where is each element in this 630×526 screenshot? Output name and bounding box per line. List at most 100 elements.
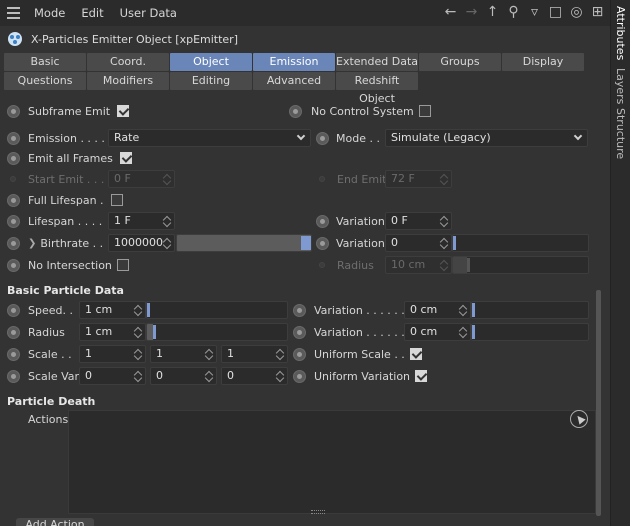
animate-toggle[interactable] — [7, 258, 20, 272]
no-control-system-checkbox[interactable] — [418, 105, 431, 117]
subframe-emit-checkbox[interactable] — [117, 105, 130, 117]
scale-var-x-field[interactable]: 0 — [79, 367, 146, 385]
birthrate-variation-field[interactable]: 0 — [385, 234, 452, 252]
up-arrow-icon[interactable]: ↑ — [484, 4, 501, 21]
tab-display[interactable]: Display — [502, 53, 584, 71]
add-action-button[interactable]: Add Action — [16, 518, 94, 526]
birthrate-slider[interactable] — [176, 234, 312, 252]
resize-handle[interactable] — [311, 510, 325, 514]
animate-toggle[interactable] — [293, 325, 306, 339]
tab-advanced[interactable]: Advanced — [253, 72, 335, 90]
speed-slider[interactable] — [146, 301, 288, 319]
scale-y-field[interactable]: 1 — [150, 345, 217, 363]
lifespan-field[interactable]: 1 F — [108, 212, 175, 230]
speed-variation-slider-knob[interactable] — [472, 303, 475, 317]
animate-toggle[interactable] — [7, 151, 20, 165]
tab-emission[interactable]: Emission — [253, 53, 335, 71]
radius-variation-slider[interactable] — [471, 323, 589, 341]
speed-slider-knob[interactable] — [147, 303, 150, 317]
scale-z-field[interactable]: 1 — [221, 345, 288, 363]
speed-variation-field[interactable]: 0 cm — [404, 301, 471, 319]
animate-toggle[interactable] — [7, 131, 20, 145]
tab-modifiers[interactable]: Modifiers — [87, 72, 169, 90]
object-header: X-Particles Emitter Object [xpEmitter] — [0, 27, 610, 51]
actions-list[interactable] — [68, 410, 596, 514]
tab-editing[interactable]: Editing — [170, 72, 252, 90]
birthrate-variation-slider-knob[interactable] — [453, 236, 456, 250]
birthrate-variation-row: Variation — [316, 234, 385, 252]
mode-select[interactable]: Simulate (Legacy) — [385, 129, 588, 147]
scale-var-y-field[interactable]: 0 — [150, 367, 217, 385]
emission-select[interactable]: Rate — [108, 129, 311, 147]
no-intersection-checkbox[interactable] — [116, 259, 129, 271]
no-control-system-row: No Control System — [289, 102, 431, 120]
uniform-scale-row: Uniform Scale . . — [293, 345, 422, 363]
particle-radius-slider[interactable] — [146, 323, 288, 341]
uniform-variation-checkbox[interactable] — [415, 370, 428, 382]
animate-toggle[interactable] — [316, 236, 329, 250]
scale-x-field[interactable]: 1 — [79, 345, 146, 363]
filter-icon[interactable]: ▿ — [526, 4, 543, 21]
new-panel-icon[interactable]: ⊞ — [589, 4, 606, 21]
animate-toggle[interactable] — [7, 347, 20, 361]
side-tab-structure[interactable]: Structure — [614, 108, 627, 159]
menu-user-data[interactable]: User Data — [112, 6, 185, 20]
lifespan-variation-field[interactable]: 0 F — [385, 212, 452, 230]
tab-object[interactable]: Object — [170, 53, 252, 71]
birthrate-variation-slider[interactable] — [452, 234, 589, 252]
no-intersection-label: No Intersection — [28, 258, 112, 272]
radius-variation-slider-knob[interactable] — [472, 325, 475, 339]
no-intersection-row: No Intersection — [7, 256, 129, 274]
animate-toggle[interactable] — [7, 214, 20, 228]
animate-toggle — [319, 176, 325, 182]
tab-extended-data[interactable]: Extended Data — [336, 53, 418, 71]
animate-toggle[interactable] — [293, 369, 306, 383]
animate-toggle[interactable] — [289, 104, 302, 118]
emit-all-frames-row: Emit all Frames — [7, 149, 132, 167]
expand-chevron-icon[interactable]: ❯ — [28, 238, 36, 249]
tab-groups[interactable]: Groups — [419, 53, 501, 71]
menu-icon[interactable] — [0, 0, 26, 26]
birthrate-label: Birthrate . . — [40, 236, 104, 250]
tab-basic[interactable]: Basic — [4, 53, 86, 71]
tab-coord[interactable]: Coord. — [87, 53, 169, 71]
speed-variation-row: Variation . . . . . . — [293, 301, 405, 319]
menu-mode[interactable]: Mode — [26, 6, 73, 20]
birthrate-field[interactable]: 1000000 — [108, 234, 175, 252]
animate-toggle[interactable] — [316, 214, 329, 228]
start-emit-label: Start Emit . . . — [28, 172, 105, 186]
particle-radius-slider-knob[interactable] — [152, 325, 156, 339]
forward-arrow-icon[interactable]: → — [463, 4, 480, 21]
full-lifespan-checkbox[interactable] — [110, 194, 123, 206]
tab-redshift-object[interactable]: Redshift Object — [336, 72, 418, 105]
animate-toggle[interactable] — [7, 325, 20, 339]
scrollbar[interactable] — [596, 290, 601, 516]
lock-icon[interactable]: □ — [547, 4, 564, 21]
animate-toggle[interactable] — [7, 193, 20, 207]
animate-toggle[interactable] — [293, 347, 306, 361]
animate-toggle[interactable] — [7, 303, 20, 317]
birthrate-slider-knob[interactable] — [301, 236, 311, 250]
search-icon[interactable]: ⚲ — [505, 4, 522, 21]
menu-edit[interactable]: Edit — [73, 6, 111, 20]
pick-cursor-icon[interactable] — [570, 410, 588, 428]
speed-field[interactable]: 1 cm — [79, 301, 146, 319]
speed-variation-slider[interactable] — [471, 301, 589, 319]
side-tab-attributes[interactable]: Attributes — [614, 6, 627, 60]
back-arrow-icon[interactable]: ← — [442, 4, 459, 21]
animate-toggle[interactable] — [7, 236, 20, 250]
emit-all-frames-checkbox[interactable] — [119, 152, 132, 164]
animate-toggle[interactable] — [293, 303, 306, 317]
radius-variation-field[interactable]: 0 cm — [404, 323, 471, 341]
animate-toggle — [319, 262, 325, 268]
tab-questions[interactable]: Questions — [4, 72, 86, 90]
scale-var-z-field[interactable]: 0 — [221, 367, 288, 385]
side-tab-layers[interactable]: Layers — [614, 68, 627, 104]
target-icon[interactable]: ◎ — [568, 4, 585, 21]
animate-toggle[interactable] — [7, 104, 20, 118]
particle-radius-field[interactable]: 1 cm — [79, 323, 146, 341]
menubar: Mode Edit User Data ← → ↑ ⚲ ▿ □ ◎ ⊞ — [0, 0, 610, 26]
uniform-scale-checkbox[interactable] — [409, 348, 422, 360]
animate-toggle[interactable] — [7, 369, 20, 383]
animate-toggle[interactable] — [316, 131, 329, 145]
